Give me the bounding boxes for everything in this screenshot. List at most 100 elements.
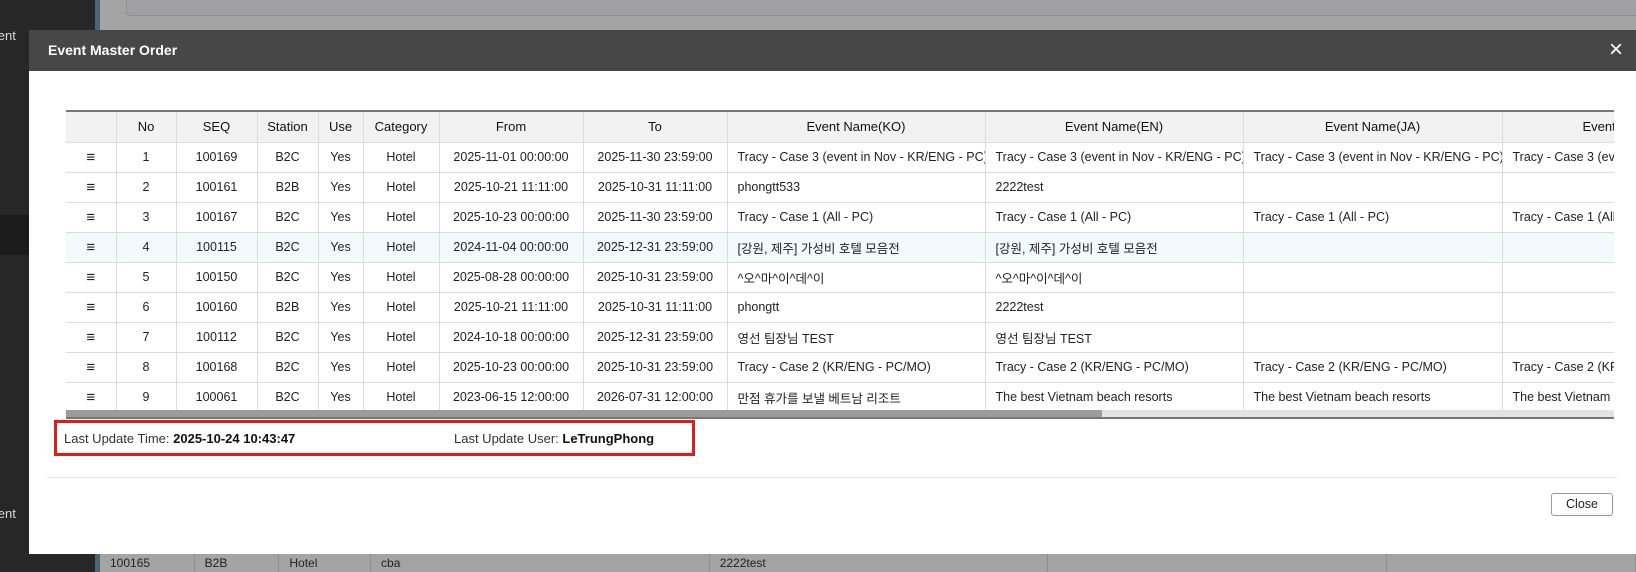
modal-title: Event Master Order [48,42,178,58]
table-cell: 2024-11-04 00:00:00 [439,232,584,263]
table-cell: 2025-11-30 23:59:00 [583,142,728,173]
table-cell: Yes [318,232,364,263]
table-row[interactable]: ≡ 8 100168 B2C Yes Hotel 2025-10-23 00:00:00 20… [66,352,1614,383]
table-cell: 2 [116,172,177,203]
column-header[interactable]: Use [318,112,364,143]
table-cell: 6 [116,292,177,323]
table-cell: The best Vietnam beach resorts [1243,382,1503,413]
table-cell: 2025-11-30 23:59:00 [583,202,728,233]
table-cell: 2025-10-21 11:11:00 [439,172,584,203]
scrollbar-thumb[interactable] [66,410,1102,417]
column-header[interactable]: No [116,112,177,143]
horizontal-scrollbar[interactable] [66,410,1614,417]
table-cell: 2025-10-31 11:11:00 [583,172,728,203]
table-cell: 2023-06-15 12:00:00 [439,382,584,413]
table-cell: 2025-10-21 11:11:00 [439,292,584,323]
table-cell [1243,232,1503,263]
table-cell: 2025-12-31 23:59:00 [583,322,728,353]
table-cell: Yes [318,322,364,353]
table-row[interactable]: ≡ 1 100169 B2C Yes Hotel 2025-11-01 00:00:00 20… [66,142,1614,173]
table-cell: Tracy - Case 3 (event in Nov - KR/ENG - … [1243,142,1503,173]
table-cell: [강원, 제주] 가성비 호텔 모음전 [727,232,986,263]
column-header[interactable]: Event Name(EN) [985,112,1244,143]
last-update-user-value: LeTrungPhong [562,431,655,446]
background-cell: B2B [195,554,280,572]
table-row[interactable]: ≡ 2 100161 B2B Yes Hotel 2025-10-21 11:11:00 20… [66,172,1614,203]
table-row[interactable]: ≡ 5 100150 B2C Yes Hotel 2025-08-28 00:00:00 20… [66,262,1614,293]
table-cell: 100161 [176,172,258,203]
table-cell: B2B [257,292,319,323]
last-update-info: Last Update Time: 2025-10-24 10:43:47 La… [54,420,695,456]
column-header[interactable]: From [439,112,584,143]
table-row[interactable]: ≡ 9 100061 B2C Yes Hotel 2023-06-15 12:00:00 20… [66,382,1614,413]
table-cell [1243,322,1503,353]
table-cell [1502,322,1614,353]
drag-handle-icon[interactable]: ≡ [66,202,117,233]
drag-handle-icon[interactable]: ≡ [66,172,117,203]
table-cell: Tracy - Case 2 (KR/ENG - PC/MO) [985,352,1244,383]
table-cell [1502,292,1614,323]
drag-handle-icon[interactable]: ≡ [66,352,117,383]
table-cell: Hotel [363,232,440,263]
drag-handle-icon[interactable]: ≡ [66,142,117,173]
table-cell: B2B [257,172,319,203]
column-header[interactable]: Event Name(ZH) [1502,112,1614,143]
table-cell: Hotel [363,352,440,383]
last-update-time-label: Last Update Time: [64,431,174,446]
table-cell: 2222test [985,172,1244,203]
table-row[interactable]: ≡ 4 100115 B2C Yes Hotel 2024-11-04 00:00:00 20… [66,232,1614,263]
last-update-user: Last Update User: LeTrungPhong [454,431,654,446]
table-cell: [강원, 제주] 가성비 호텔 모음전 [985,232,1244,263]
close-icon[interactable]: × [1602,36,1630,64]
background-cell: 2222test [710,554,1049,572]
table-cell: B2C [257,352,319,383]
table-cell: Tracy - Case 1 (All - PC) [1243,202,1503,233]
table-row[interactable]: ≡ 7 100112 B2C Yes Hotel 2024-10-18 00:00:00 20… [66,322,1614,353]
table-cell: Tracy - Case 1 (All - PC) [985,202,1244,233]
drag-handle-icon[interactable]: ≡ [66,292,117,323]
event-order-grid: No SEQ Station Use Category From To Event Name(… [66,110,1614,419]
table-cell: 100150 [176,262,258,293]
table-cell: Tracy - Case 3 (event in Nov - KR/ENG - … [985,142,1244,173]
background-filter-card [126,0,1636,16]
table-cell: 7 [116,322,177,353]
table-cell [1502,262,1614,293]
modal-header: Event Master Order × [29,30,1636,71]
table-cell: 2025-12-31 23:59:00 [583,232,728,263]
column-header[interactable]: Category [363,112,440,143]
table-cell: 2025-10-23 00:00:00 [439,352,584,383]
table-cell: phongtt [727,292,986,323]
column-header[interactable]: SEQ [176,112,258,143]
table-cell: B2C [257,232,319,263]
table-cell: Tracy - Case 2 (KR/ENG - PC/MO) [727,352,986,383]
drag-handle-icon[interactable]: ≡ [66,262,117,293]
table-cell: 2025-10-31 23:59:00 [583,352,728,383]
last-update-user-label: Last Update User: [454,431,563,446]
table-cell [1243,172,1503,203]
close-button[interactable]: Close [1551,493,1613,516]
table-cell: 2025-10-31 23:59:00 [583,262,728,293]
table-cell: 영선 팀장님 TEST [985,322,1244,353]
table-cell: Tracy - Case 3 (event in Nov - KR/ENG - … [1502,142,1614,173]
column-header[interactable] [66,112,117,143]
drag-handle-icon[interactable]: ≡ [66,322,117,353]
table-cell: Hotel [363,142,440,173]
table-cell: 영선 팀장님 TEST [727,322,986,353]
column-header[interactable]: Event Name(KO) [727,112,986,143]
table-cell: Hotel [363,172,440,203]
table-cell: 3 [116,202,177,233]
column-header[interactable]: Event Name(JA) [1243,112,1503,143]
divider [47,477,1617,478]
drag-handle-icon[interactable]: ≡ [66,382,117,413]
column-header[interactable]: Station [257,112,319,143]
table-cell: 100061 [176,382,258,413]
table-cell: phongtt533 [727,172,986,203]
table-row[interactable]: ≡ 3 100167 B2C Yes Hotel 2025-10-23 00:00:00 20… [66,202,1614,233]
drag-handle-icon[interactable]: ≡ [66,232,117,263]
table-cell: 8 [116,352,177,383]
table-cell: Hotel [363,262,440,293]
table-cell: 만점 휴가를 보낼 베트남 리조트 [727,382,986,413]
table-row[interactable]: ≡ 6 100160 B2B Yes Hotel 2025-10-21 11:11:00 20… [66,292,1614,323]
column-header[interactable]: To [583,112,728,143]
sidebar-item-label: Management [0,506,16,521]
